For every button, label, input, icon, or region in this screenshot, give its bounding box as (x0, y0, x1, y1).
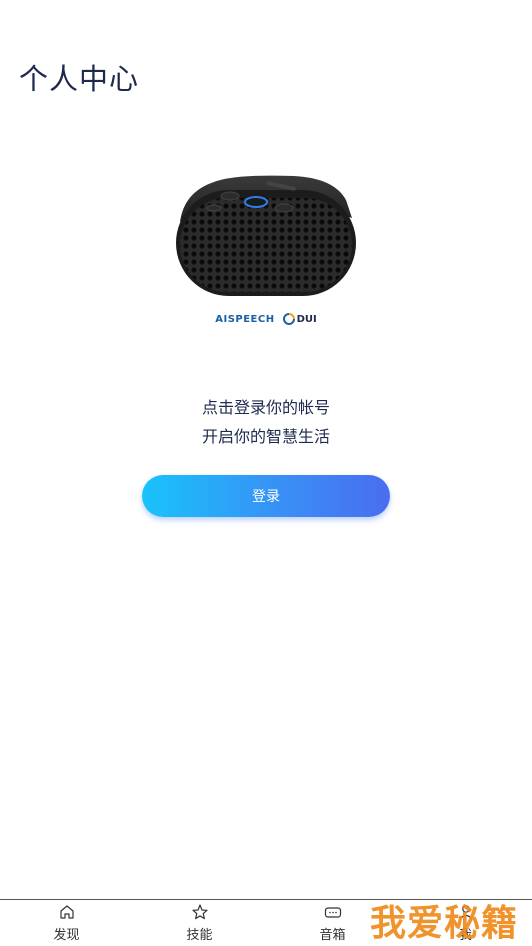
home-icon (59, 905, 74, 919)
login-button[interactable]: 登录 (142, 475, 390, 517)
tab-speaker[interactable]: 音箱 (266, 900, 399, 946)
tab-speaker-label: 音箱 (319, 928, 346, 943)
dui-logo-text: DUI (296, 313, 317, 325)
tab-skills[interactable]: 技能 (133, 900, 266, 946)
tab-discover[interactable]: 发现 (0, 900, 133, 946)
tab-me[interactable]: 我 (399, 900, 532, 946)
login-prompt-line-1: 点击登录你的帐号 (201, 398, 330, 417)
aispeech-logo: AISPEECH (215, 313, 275, 325)
bottom-tab-bar: 发现 技能 音箱 我 (0, 899, 532, 946)
brand-logos: AISPEECH DUI (0, 312, 532, 326)
tab-skills-label: 技能 (186, 928, 213, 943)
personal-center-page: 个人中心 AISPEECH DUI 点击登录你的帐号 开启你的智慧生活 登录 发… (0, 0, 532, 946)
dui-swirl-icon (282, 313, 295, 325)
tab-discover-label: 发现 (53, 928, 80, 943)
speaker-illustration (174, 170, 360, 300)
login-prompt-line-2: 开启你的智慧生活 (201, 427, 330, 446)
page-title: 个人中心 (19, 62, 140, 96)
tab-me-label: 我 (458, 928, 472, 943)
dui-logo: DUI (282, 313, 317, 325)
user-icon (459, 905, 472, 920)
speaker-icon (324, 907, 341, 918)
star-icon (191, 904, 208, 920)
